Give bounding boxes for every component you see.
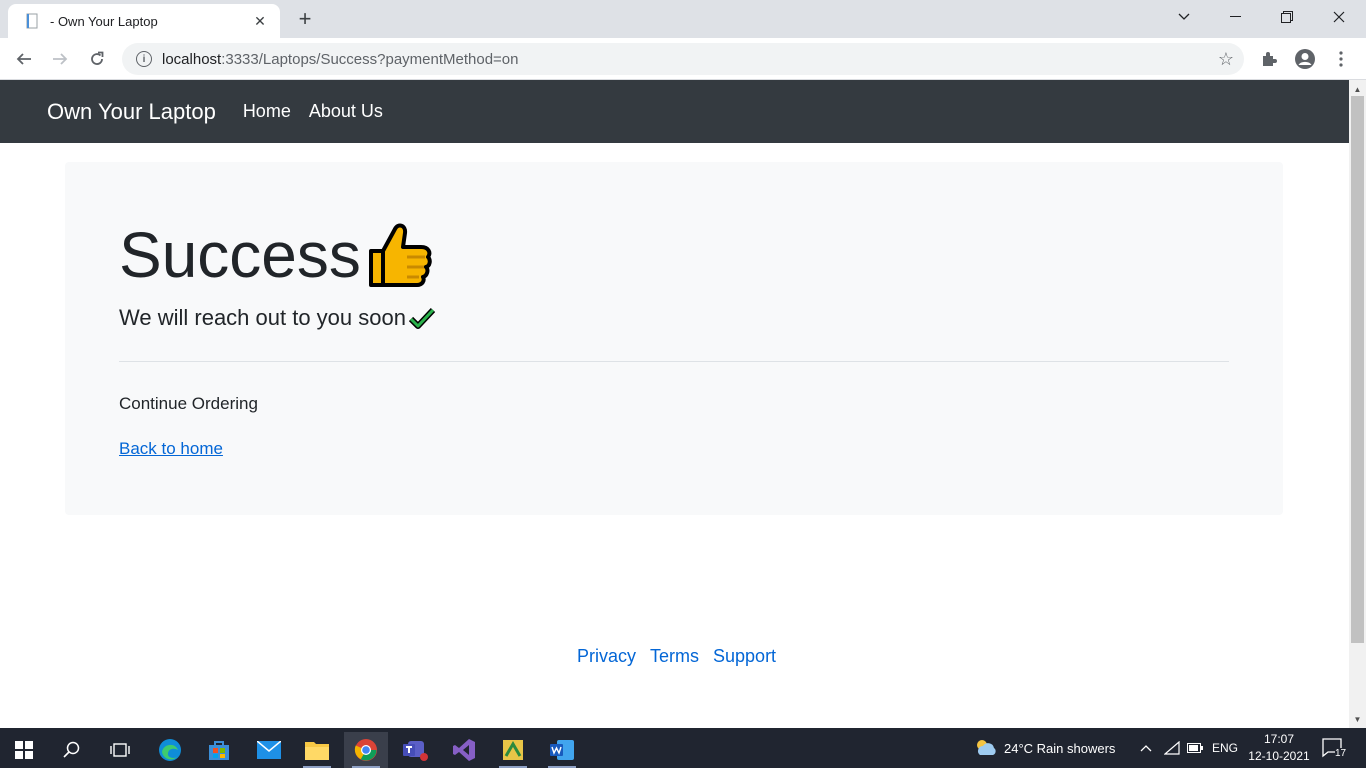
tab-close-icon[interactable]: ✕ <box>250 13 270 30</box>
check-mark-icon <box>408 307 435 329</box>
scroll-up-icon[interactable]: ▲ <box>1349 82 1366 96</box>
windows-start-icon[interactable] <box>2 732 46 768</box>
continue-ordering-text: Continue Ordering <box>119 394 258 413</box>
clock-date: 12-10-2021 <box>1248 749 1310 763</box>
tab-search-icon[interactable] <box>1161 0 1207 34</box>
word-icon[interactable] <box>540 732 584 768</box>
browser-tab[interactable]: - Own Your Laptop ✕ <box>8 4 280 38</box>
clock-time: 17:07 <box>1263 732 1295 746</box>
back-icon[interactable] <box>9 44 39 74</box>
success-heading: Success <box>119 218 433 292</box>
minimize-icon[interactable] <box>1212 0 1258 34</box>
close-window-icon[interactable] <box>1316 0 1362 34</box>
site-info-icon[interactable]: i <box>136 51 152 67</box>
footer-links: Privacy Terms Support <box>577 646 776 667</box>
bookmark-star-icon[interactable]: ☆ <box>1218 49 1234 70</box>
notification-count: 17 <box>1335 747 1347 759</box>
windows-taskbar: 24°C Rain showers ENG 17:07 12-10-2021 1… <box>0 728 1366 768</box>
page-favicon-icon <box>24 13 40 29</box>
navbar-brand[interactable]: Own Your Laptop <box>47 99 216 125</box>
address-bar[interactable]: i localhost:3333/Laptops/Success?payment… <box>122 43 1244 75</box>
forward-icon[interactable] <box>45 44 75 74</box>
file-explorer-icon[interactable] <box>295 732 339 768</box>
task-view-icon[interactable] <box>98 732 142 768</box>
restore-icon[interactable] <box>1264 0 1310 34</box>
page-scrollbar[interactable]: ▲ ▼ <box>1349 80 1366 728</box>
weather-widget[interactable]: 24°C Rain showers <box>974 728 1115 768</box>
app-icon[interactable] <box>491 732 535 768</box>
mail-icon[interactable] <box>247 732 291 768</box>
weather-text: 24°C Rain showers <box>1004 740 1116 756</box>
tab-title: - Own Your Laptop <box>50 13 158 29</box>
back-to-home-link[interactable]: Back to home <box>119 439 223 459</box>
new-tab-button[interactable]: + <box>292 7 318 33</box>
thumbs-up-icon <box>367 221 433 289</box>
scroll-thumb[interactable] <box>1351 96 1364 643</box>
divider <box>119 361 1229 362</box>
edge-browser-icon[interactable] <box>148 732 192 768</box>
page-viewport: Own Your Laptop Home About Us Success We… <box>0 80 1349 728</box>
url-text: localhost:3333/Laptops/Success?paymentMe… <box>162 50 519 68</box>
extensions-icon[interactable] <box>1254 44 1284 74</box>
site-navbar: Own Your Laptop Home About Us <box>0 80 1349 143</box>
search-icon[interactable] <box>50 732 94 768</box>
lead-message: We will reach out to you soon <box>119 305 406 330</box>
network-icon[interactable] <box>1164 728 1180 768</box>
reload-icon[interactable] <box>82 44 112 74</box>
battery-icon[interactable] <box>1187 728 1203 768</box>
profile-avatar-icon[interactable] <box>1290 44 1320 74</box>
language-text: ENG <box>1212 741 1239 755</box>
lead-text: We will reach out to you soon <box>119 305 435 331</box>
footer-link-terms[interactable]: Terms <box>650 646 699 667</box>
scroll-down-icon[interactable]: ▼ <box>1349 712 1366 726</box>
success-title-text: Success <box>119 219 361 291</box>
success-jumbotron: Success We will reach out to you soon Co… <box>65 162 1283 515</box>
teams-icon[interactable] <box>393 732 437 768</box>
nav-link-home[interactable]: Home <box>243 101 291 122</box>
system-clock[interactable]: 17:07 12-10-2021 <box>1246 731 1312 765</box>
browser-toolbar: i localhost:3333/Laptops/Success?payment… <box>0 38 1366 80</box>
chrome-icon[interactable] <box>344 732 388 768</box>
footer-link-privacy[interactable]: Privacy <box>577 646 636 667</box>
language-indicator[interactable]: ENG <box>1212 728 1238 768</box>
notifications-icon[interactable]: 17 <box>1322 728 1347 768</box>
nav-link-about-us[interactable]: About Us <box>309 101 383 122</box>
browser-tab-strip: - Own Your Laptop ✕ + <box>0 0 1366 38</box>
menu-kebab-icon[interactable] <box>1326 44 1356 74</box>
weather-cloud-icon <box>977 740 996 755</box>
visual-studio-icon[interactable] <box>442 732 486 768</box>
microsoft-store-icon[interactable] <box>197 732 241 768</box>
show-hidden-icons[interactable] <box>1140 728 1152 768</box>
footer-link-support[interactable]: Support <box>713 646 776 667</box>
